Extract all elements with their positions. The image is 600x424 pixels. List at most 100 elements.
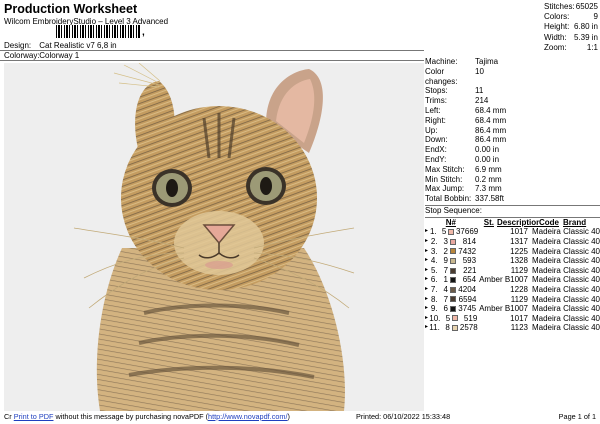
row-brand: Madeira Classic 40 (531, 265, 600, 275)
row-stitches: 7432 (458, 246, 477, 256)
design-preview (4, 63, 424, 411)
table-row: ▸ 3. 2 7432 1225 Madeira Classic 40 (425, 247, 600, 257)
row-index: 6. (430, 275, 438, 285)
color-swatch (448, 267, 458, 274)
row-needle: 7 (443, 265, 449, 275)
row-brand: Madeira Classic 40 (531, 313, 600, 323)
row-brand: Madeira Classic 40 (531, 323, 600, 333)
row-code: 1228 (510, 284, 528, 294)
colorway-label: Colorway: (4, 51, 40, 60)
row-code: 1225 (510, 246, 528, 256)
row-stitches: 814 (462, 236, 477, 246)
color-swatch (448, 238, 458, 245)
row-needle: 5 (441, 227, 447, 237)
row-stitches: 2578 (459, 323, 478, 333)
color-swatch (446, 229, 456, 236)
footer-message: Cr Print to PDF without this message by … (4, 412, 290, 421)
row-needle: 4 (443, 284, 448, 294)
row-code: 1007 (510, 304, 528, 314)
row-needle: 1 (443, 275, 448, 285)
row-stitches: 654 (462, 275, 477, 285)
row-needle: 2 (443, 246, 448, 256)
table-row: ▸9.63745Amber Black1007Madeira Classic 4… (425, 304, 600, 314)
color-swatch (448, 286, 458, 293)
colorway-row: Colorway: Colorway 1 (4, 51, 79, 60)
thread-color-swatch (450, 296, 457, 303)
info-stops: Stops: 11 (425, 86, 484, 96)
row-needle: 3 (443, 236, 448, 246)
color-swatch (448, 305, 458, 312)
row-index: 7. (430, 284, 438, 294)
col-description: Description (497, 217, 539, 227)
row-needle: 9 (443, 256, 448, 266)
row-stitches: 4204 (458, 284, 477, 294)
row-code: 1017 (510, 227, 528, 237)
stat-height: Height: 6.80 in (544, 22, 598, 32)
color-swatch (448, 296, 458, 303)
row-needle: 7 (443, 294, 449, 304)
table-row: ▸ 8. 7 6594 1129 Madeira Classic 40 (425, 295, 600, 305)
table-row: ▸ 2. 3 814 1317 Madeira Classic 40 (425, 237, 600, 247)
row-code: 1129 (510, 294, 528, 304)
table-header-row: N# St. Description Code Brand (425, 218, 600, 228)
design-row: Design: Cat Realistic v7 6,8 in (4, 41, 117, 50)
thread-color-swatch (450, 267, 457, 274)
print-to-pdf-link[interactable]: Print to PDF (14, 412, 54, 421)
row-index: 8. (431, 294, 438, 304)
stats-box: Stitches: 65025 Colors: 9 Height: 6.80 in W… (544, 2, 598, 53)
info-max-stitch: Max Stitch: 6.9 mm (425, 164, 502, 174)
barcode (56, 25, 140, 38)
divider (0, 60, 424, 61)
table-row: ▸ 7. 4 4204 1228 Madeira Classic 40 (425, 285, 600, 295)
col-code: Code (539, 217, 559, 227)
printed-timestamp: Printed: 06/10/2022 15:33:48 (356, 412, 451, 421)
col-st: St. (483, 217, 494, 227)
row-index: 10. (429, 313, 441, 323)
row-brand: Madeira Classic 40 (531, 275, 600, 285)
thread-color-swatch (448, 229, 455, 236)
stat-stitches: Stitches: 65025 (544, 2, 598, 11)
color-swatch (448, 257, 458, 264)
row-brand: Madeira Classic 40 (531, 284, 600, 294)
novapdf-url-link[interactable]: http://www.novapdf.com/ (208, 412, 288, 421)
row-code: 1129 (510, 265, 528, 275)
table-row: ▸ 10. 5 519 1017 Madeira Classic 40 (425, 314, 600, 324)
row-brand: Madeira Classic 40 (531, 256, 600, 266)
thread-color-swatch (450, 257, 457, 264)
info-down: Down: 86.4 mm (425, 135, 507, 145)
row-index: 4. (430, 256, 438, 266)
design-label: Design: (4, 41, 32, 50)
row-description: Amber Black (479, 304, 511, 314)
thread-color-swatch (450, 248, 457, 255)
barcode-separator: , (142, 27, 145, 38)
info-endy: EndY: 0.00 in (425, 154, 500, 164)
divider (0, 50, 424, 51)
row-code: 1328 (510, 256, 528, 266)
thread-color-swatch (450, 305, 457, 312)
thread-color-swatch (450, 286, 457, 293)
colorway-value: Colorway 1 (39, 51, 80, 60)
info-up: Up: 86.4 mm (425, 125, 507, 135)
info-color-changes: Color changes: 10 (425, 66, 484, 86)
row-stitches: 593 (462, 256, 477, 266)
row-index: 3. (430, 246, 438, 256)
row-stitches: 221 (463, 265, 477, 275)
color-swatch (448, 248, 458, 255)
page-number: Page 1 of 1 (558, 412, 596, 421)
design-value: Cat Realistic v7 6,8 in (39, 41, 117, 50)
row-brand: Madeira Classic 40 (531, 227, 600, 237)
color-swatch (450, 315, 460, 322)
table-row: ▸ 11. 8 2578 1123 Madeira Classic 40 (425, 323, 600, 333)
row-brand: Madeira Classic 40 (531, 236, 600, 246)
machine-info-panel: Machine: Tajima Color changes: 10 Stops: 11… (425, 57, 600, 333)
row-code: 1123 (510, 323, 528, 333)
cat-embroidery-image (73, 63, 355, 411)
stat-width: Width: 5.39 in (544, 32, 598, 42)
table-row: ▸ 4. 9 593 1328 Madeira Classic 40 (425, 256, 600, 266)
table-row: ▸ 5. 7 221 1129 Madeira Classic 40 (425, 266, 600, 276)
row-index: 1. (430, 227, 437, 237)
col-n: N# (445, 217, 456, 227)
col-brand: Brand (563, 217, 587, 227)
info-trims: Trims: 214 (425, 96, 489, 106)
info-left: Left: 68.4 mm (425, 105, 507, 115)
